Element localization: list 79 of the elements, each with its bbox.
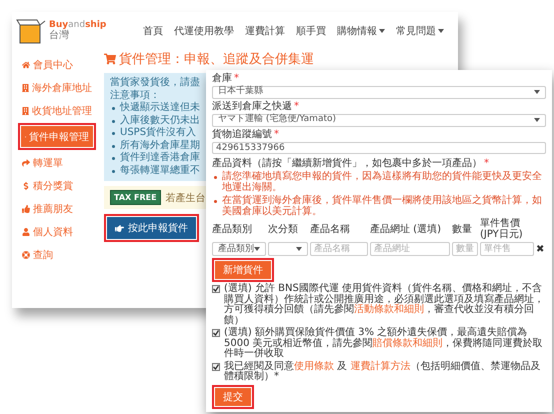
- checkbox[interactable]: [212, 329, 220, 338]
- tax-free-text: 若產生台: [166, 192, 206, 204]
- nav-link[interactable]: 代運使用教學: [174, 24, 234, 38]
- checkbox[interactable]: [212, 285, 220, 294]
- input-field[interactable]: 產品名稱: [310, 242, 368, 256]
- select-field[interactable]: [268, 242, 308, 256]
- sidebar-item[interactable]: 查詢: [18, 244, 96, 265]
- sidebar-item[interactable]: 收貨地址管理: [18, 100, 96, 121]
- input-field[interactable]: 429615337966: [212, 142, 546, 154]
- column-header: 產品名稱: [310, 224, 351, 236]
- nav-link[interactable]: 購物情報: [337, 24, 385, 38]
- sidebar-item[interactable]: 會員中心: [18, 54, 96, 75]
- section-title: 產品資料（請按「繼續新增貨件」，如包裹中多於一項產品） *: [212, 158, 490, 170]
- notice-text: 當貨家發貨後，請盡: [110, 77, 200, 90]
- caret-icon: [296, 247, 302, 252]
- column-header: 次分類: [268, 224, 299, 236]
- column-header: 產品網址 (選填): [370, 224, 442, 236]
- remove-button[interactable]: ✖: [536, 244, 546, 255]
- user-icon: [22, 228, 30, 236]
- nav-link[interactable]: 首頁: [143, 24, 163, 38]
- dollar-icon: [22, 182, 30, 190]
- input-field[interactable]: 單件售: [480, 242, 534, 256]
- share-arrow-icon: [22, 158, 30, 166]
- caret-icon: [534, 90, 540, 94]
- select-field[interactable]: 日本千葉縣: [212, 86, 546, 99]
- notice-bullet: 快遞顯示送達但未: [110, 102, 200, 114]
- terms-link[interactable]: 活動條款和細則: [354, 304, 424, 316]
- sidebar-item[interactable]: 個人資料: [18, 221, 96, 242]
- sidebar-item[interactable]: 貨件申報管理: [21, 126, 93, 147]
- terms-link[interactable]: 賠償條款和細則: [372, 338, 443, 349]
- column-header: 單件售價(JPY日元): [480, 219, 524, 240]
- sidebar-item[interactable]: 推薦朋友: [18, 198, 96, 219]
- add-item-button[interactable]: 新增貨件: [215, 261, 271, 280]
- thumbs-up-icon: [22, 204, 30, 212]
- logo-wordmark: Buyandship: [49, 20, 106, 30]
- column-header: 數量: [452, 224, 473, 236]
- checkbox[interactable]: [212, 362, 220, 371]
- page-title: 貨件管理：申報、追蹤及合併集運: [119, 51, 314, 68]
- sidebar-item[interactable]: 轉運單: [18, 152, 96, 173]
- caret-icon: [438, 29, 444, 33]
- consent-text: (選填) 額外購買保險貨件價值 3% 之額外遺失保價，最高遺失賠償為5000 美元或相近幣值，請先參閱賠償條款和細則，保費將隨同運費於取件時一併收取: [224, 328, 544, 360]
- terms-link[interactable]: 運費計算方法: [350, 360, 410, 372]
- select-field[interactable]: ヤマト運輸 (宅急便/Yamato): [212, 114, 546, 127]
- lifebuoy-icon: [22, 250, 30, 258]
- warning-note: 在當貨運到海外倉庫後，貨件單件售價一欄將使用該地區之貨幣計算，如美國倉庫以美元計算。: [212, 195, 546, 218]
- nav-link[interactable]: 常見問題: [396, 24, 444, 38]
- column-header: 產品類別: [212, 224, 253, 236]
- notice-bullet: 貨件到達香港倉庫: [110, 152, 200, 164]
- field-label: 派送到倉庫之快遞 *: [212, 100, 300, 112]
- sidebar-item[interactable]: 海外倉庫地址: [18, 77, 96, 98]
- notice-bullet: 每張轉運單總重不: [110, 164, 200, 177]
- building-icon: [22, 106, 29, 114]
- caret-icon: [534, 118, 540, 122]
- notice-bullet: 所有海外倉庫星期: [110, 140, 200, 152]
- tax-free-badge: TAX FREE: [110, 190, 161, 205]
- box-logo-icon: [16, 17, 46, 45]
- terms-link[interactable]: 使用條款: [294, 360, 334, 372]
- sidebar-item[interactable]: 積分獎賞: [18, 175, 96, 196]
- input-field[interactable]: 產品網址: [370, 242, 450, 256]
- building-icon: [22, 84, 29, 92]
- declare-button[interactable]: 按此申報貨件: [107, 217, 196, 239]
- input-field[interactable]: 數量: [452, 242, 478, 256]
- home-icon: [22, 60, 30, 68]
- submit-button[interactable]: 提交: [215, 388, 251, 406]
- consent-text: 我已經閱及同意使用條款 及 運費計算方法（包括明細價值、禁運物品及體積限制）*: [224, 362, 542, 383]
- field-label: 倉庫 *: [212, 73, 240, 84]
- notice-bullet: USPS貨件沒有入: [110, 127, 196, 140]
- caret-icon: [254, 247, 260, 252]
- consent-text: (選填) 允許 BNS國際代運 使用貨件資料（貨件名稱、價格和網址，不含購買人資料）作統計或公開推廣用途，必須剔選此選項及填寫產品網址，方可獲得積分回饋（請先參閱活動條款和細則，審查代收並沒有積分回饋）: [224, 284, 545, 326]
- select-field[interactable]: 產品類別: [212, 242, 266, 256]
- nav-link[interactable]: 順手買: [296, 24, 326, 38]
- nav-link[interactable]: 運費計算: [245, 24, 285, 38]
- logo-region: 台灣: [49, 30, 70, 42]
- warning-note: 請您準確地填寫您申報的貨件，因為這樣將有助您的貨件能更快及更安全地運出海關。: [212, 171, 546, 194]
- field-label: 貨物追蹤編號 *: [212, 128, 280, 140]
- notice-bullet: 入庫後數天仍未出: [110, 114, 200, 127]
- pointing-hand-icon: [115, 224, 124, 232]
- notice-text: 注意事項：: [110, 90, 160, 102]
- caret-icon: [379, 29, 385, 33]
